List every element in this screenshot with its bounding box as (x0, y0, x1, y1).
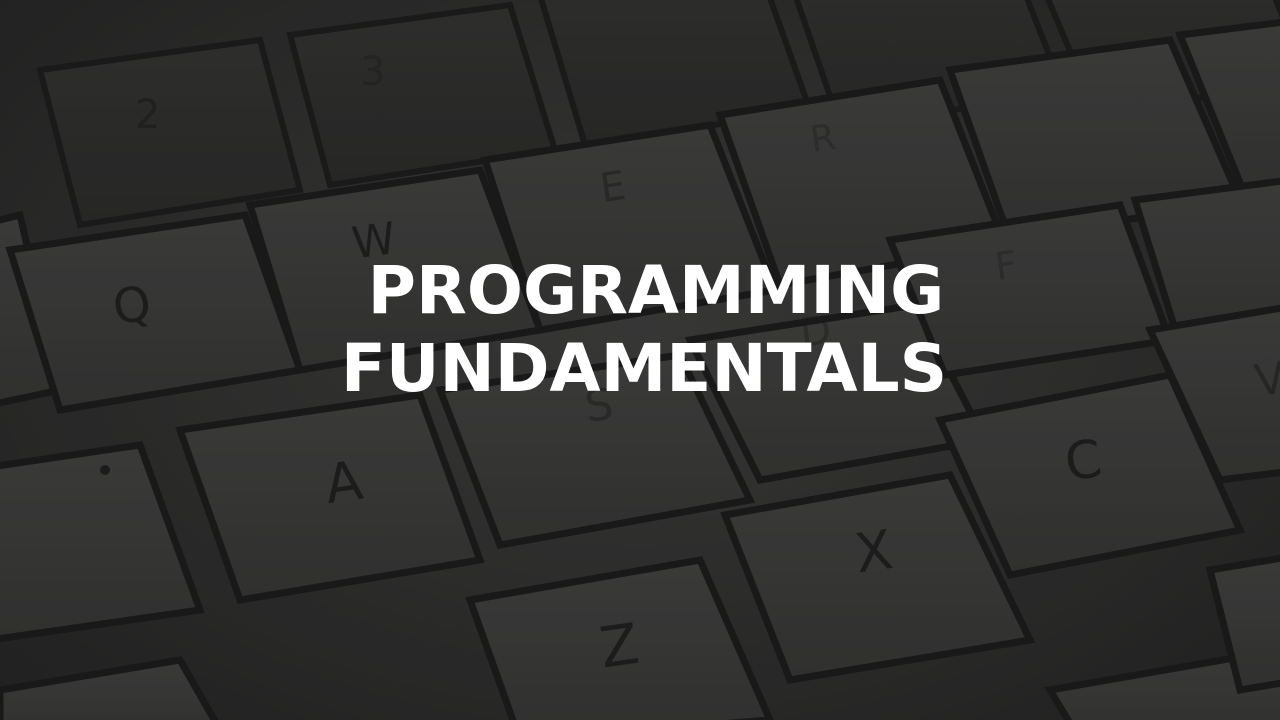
title-block: PROGRAMMING FUNDAMENTALS (0, 252, 1280, 408)
title-line-1: PROGRAMMING (367, 252, 945, 329)
slide: 2 3 Q W E R A S D F Z X C V PROGRAMMING … (0, 0, 1280, 720)
title-line-2: FUNDAMENTALS (340, 330, 948, 407)
